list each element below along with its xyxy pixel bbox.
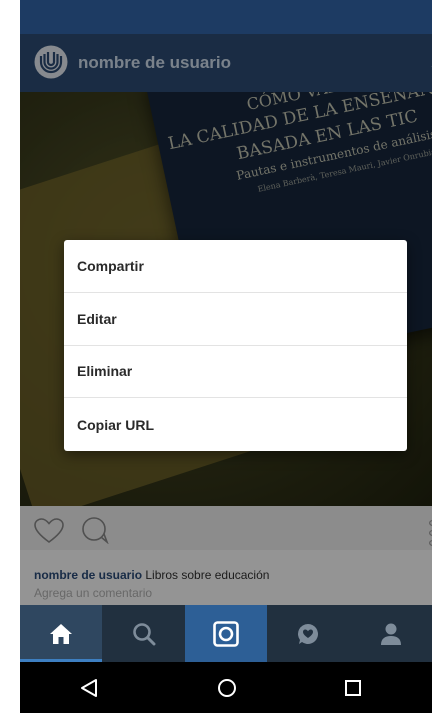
home-icon — [50, 623, 73, 644]
status-bar — [20, 0, 432, 34]
tab-profile[interactable] — [350, 605, 432, 662]
tab-home[interactable] — [20, 605, 103, 662]
menu-item-copy-url[interactable]: Copiar URL — [64, 398, 407, 451]
nav-back-button[interactable] — [75, 674, 103, 702]
nav-recents-button[interactable] — [339, 674, 367, 702]
camera-icon — [213, 620, 239, 647]
android-navigation-bar — [20, 662, 432, 713]
back-icon — [81, 679, 97, 697]
phone-screen: nombre de usuario 1 CÓMO VALORAR LA CALI… — [20, 0, 432, 713]
bottom-tab-bar — [20, 605, 432, 662]
menu-item-share[interactable]: Compartir — [64, 240, 407, 293]
menu-item-edit[interactable]: Editar — [64, 293, 407, 346]
nav-home-button[interactable] — [213, 674, 241, 702]
tab-activity[interactable] — [267, 605, 349, 662]
profile-icon — [380, 623, 401, 645]
activity-icon — [298, 623, 319, 644]
options-menu: Compartir Editar Eliminar Copiar URL — [64, 240, 407, 451]
home-circle-icon — [218, 679, 236, 697]
tab-search[interactable] — [102, 605, 184, 662]
tab-camera[interactable] — [184, 605, 268, 662]
recents-icon — [345, 680, 361, 696]
search-icon — [132, 622, 156, 645]
menu-item-delete[interactable]: Eliminar — [64, 346, 407, 399]
